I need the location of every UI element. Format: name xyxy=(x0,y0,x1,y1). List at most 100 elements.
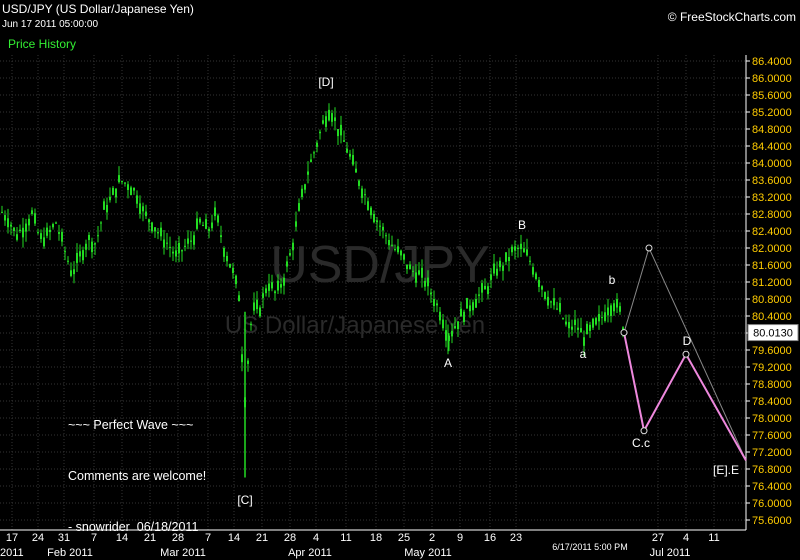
x-day-label: 27 xyxy=(652,532,664,544)
candle-body xyxy=(619,306,621,312)
candle-body xyxy=(433,299,435,307)
candle-body xyxy=(571,326,573,330)
wave-label: C.c xyxy=(632,436,650,450)
candle-body xyxy=(439,311,441,321)
candle-body xyxy=(112,187,114,195)
y-tick-label: 76.8000 xyxy=(752,464,792,476)
candle-body xyxy=(547,296,549,306)
candle-body xyxy=(556,308,558,310)
candle-body xyxy=(391,244,393,246)
candle-body xyxy=(436,303,438,306)
candle-body xyxy=(121,181,123,183)
candle-body xyxy=(550,301,552,303)
candle-body xyxy=(106,204,108,213)
y-tick-label: 76.4000 xyxy=(752,481,792,493)
candle-body xyxy=(109,196,111,201)
y-tick-label: 77.6000 xyxy=(752,430,792,442)
candle-body xyxy=(517,247,519,250)
candle-body xyxy=(19,229,21,231)
candle-body xyxy=(331,113,333,122)
wave-label: b xyxy=(609,273,616,287)
candle-body xyxy=(253,302,255,311)
candle-body xyxy=(577,327,579,330)
candle-body xyxy=(172,251,174,254)
y-tick-label: 83.2000 xyxy=(752,192,792,204)
candle-body xyxy=(340,124,342,136)
candle-body xyxy=(337,129,339,137)
candle-body xyxy=(142,206,144,212)
y-tick-label: 79.6000 xyxy=(752,345,792,357)
candle-body xyxy=(16,234,18,240)
candle-body xyxy=(286,261,288,267)
candle-body xyxy=(94,243,96,245)
x-month-label: May 2011 xyxy=(404,547,452,559)
candle-body xyxy=(361,188,363,198)
candle-body xyxy=(478,294,480,296)
candle-body xyxy=(148,219,150,223)
y-tick-label: 85.2000 xyxy=(752,107,792,119)
candle-body xyxy=(187,238,189,244)
candle-body xyxy=(613,303,615,312)
candle-body xyxy=(88,234,90,241)
x-day-label: 2 xyxy=(429,532,435,544)
candle-body xyxy=(61,231,63,242)
candle-body xyxy=(511,246,513,253)
annotation-note: ~~~ Perfect Wave ~~~ Comments are welcom… xyxy=(68,383,206,553)
wave-label: B xyxy=(518,218,526,232)
candle-body xyxy=(490,274,492,280)
candle-body xyxy=(232,267,234,273)
candle-body xyxy=(610,305,612,316)
candle-body xyxy=(214,207,216,217)
candle-body xyxy=(520,243,522,250)
candle-body xyxy=(553,298,555,306)
candle-body xyxy=(25,223,27,232)
candle-body xyxy=(40,233,42,239)
candle-body xyxy=(46,227,48,236)
candle-body xyxy=(544,292,546,299)
candle-body xyxy=(406,264,408,270)
candle-body xyxy=(262,293,264,298)
candle-body xyxy=(400,250,402,256)
y-tick-label: 75.6000 xyxy=(752,515,792,527)
copyright-label: © FreeStockCharts.com xyxy=(667,10,796,24)
candle-body xyxy=(268,283,270,291)
candle-body xyxy=(307,171,309,175)
candle-body xyxy=(229,263,231,268)
candle-body xyxy=(223,248,225,257)
x-month-label: Apr 2011 xyxy=(288,547,332,559)
indicator-label[interactable]: Price History xyxy=(8,37,76,51)
candle-body xyxy=(115,188,117,198)
x-day-label: 28 xyxy=(284,532,296,544)
candle-body xyxy=(385,235,387,237)
candle-body xyxy=(397,246,399,253)
candle-body xyxy=(568,322,570,329)
x-month-label: 2011 xyxy=(0,547,24,559)
candle-body xyxy=(127,184,129,190)
projection-node xyxy=(682,350,690,358)
candle-body xyxy=(424,280,426,287)
candle-body xyxy=(160,227,162,237)
symbol-title: USD/JPY (US Dollar/Japanese Yen) xyxy=(2,2,194,16)
candle-body xyxy=(37,232,39,234)
candle-body xyxy=(310,159,312,162)
candle-body xyxy=(130,187,132,196)
candle-body xyxy=(508,257,510,261)
candle-body xyxy=(145,211,147,217)
candle-body xyxy=(295,221,297,227)
candle-body xyxy=(346,148,348,153)
y-tick-label: 84.8000 xyxy=(752,124,792,136)
candle-body xyxy=(589,324,591,331)
candle-body xyxy=(181,250,183,252)
candle-body xyxy=(394,249,396,251)
y-tick-label: 80.4000 xyxy=(752,311,792,323)
candle-body xyxy=(49,229,51,233)
candle-body xyxy=(454,326,456,329)
candle-body xyxy=(184,245,186,247)
candle-body xyxy=(445,330,447,341)
candle-body xyxy=(166,242,168,244)
candle-body xyxy=(190,240,192,242)
candle-body xyxy=(52,224,54,228)
candle-body xyxy=(418,270,420,275)
candle-body xyxy=(43,237,45,247)
candle-body xyxy=(466,297,468,309)
